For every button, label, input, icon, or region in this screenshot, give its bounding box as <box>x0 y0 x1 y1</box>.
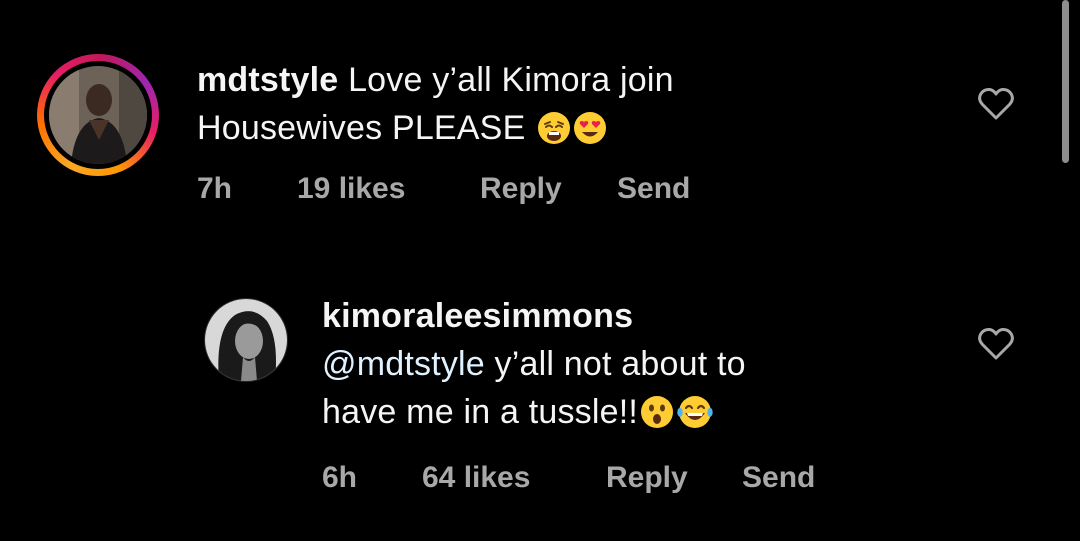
comment-body-line1: y’all not about to <box>484 345 746 383</box>
heart-icon[interactable] <box>977 86 1015 122</box>
comment-body-line2: Housewives PLEASE <box>197 109 526 147</box>
comment-body-line2: have me in a tussle!! <box>322 393 639 431</box>
avatar[interactable] <box>49 66 147 164</box>
astonished-face-emoji <box>640 394 674 442</box>
avatar-photo-kimoraleesimmons <box>205 299 287 381</box>
scrollbar[interactable] <box>1062 0 1069 163</box>
reply-button[interactable]: Reply <box>606 461 688 495</box>
comment-time: 6h <box>322 461 358 494</box>
send-button[interactable]: Send <box>617 172 690 206</box>
avatar[interactable] <box>204 298 288 382</box>
comment-text: kimoraleesimmons @mdtstyle y’all not abo… <box>322 292 962 442</box>
comment-time: 7h <box>197 172 233 205</box>
heart-eyes-emoji <box>573 110 607 158</box>
comment-likes[interactable]: 64 likes <box>422 461 530 495</box>
comment-username[interactable]: mdtstyle <box>197 61 338 99</box>
tears-of-joy-emoji <box>676 394 714 442</box>
comment-body-line1: Love y’all Kimora join <box>348 61 674 99</box>
avatar-photo-mdtstyle <box>49 66 147 164</box>
comment-likes[interactable]: 19 likes <box>297 172 405 206</box>
comment-meta: 6h 64 likes Reply Send <box>322 461 922 497</box>
comment-text: mdtstyle Love y’all Kimora join Housewiv… <box>197 56 977 158</box>
mention-link[interactable]: @mdtstyle <box>322 345 485 383</box>
weary-face-emoji <box>537 110 571 158</box>
reply-button[interactable]: Reply <box>480 172 562 206</box>
comment-username[interactable]: kimoraleesimmons <box>322 297 633 335</box>
heart-icon[interactable] <box>977 326 1015 362</box>
comment-meta: 7h 19 likes Reply Send <box>197 172 797 208</box>
send-button[interactable]: Send <box>742 461 815 495</box>
